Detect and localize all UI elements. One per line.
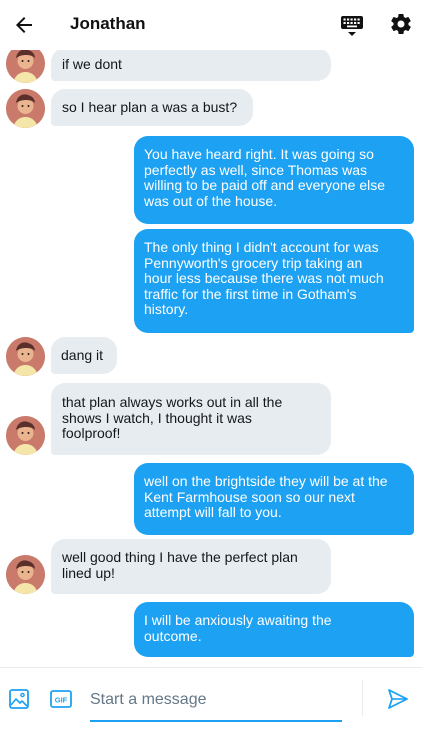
user-avatar-icon (6, 337, 45, 376)
message-bubble-incoming[interactable]: if we dont (51, 50, 331, 81)
message-input[interactable] (90, 682, 342, 718)
add-gif-button[interactable]: GIF (50, 690, 72, 708)
message-text-line: foolproof! (62, 425, 121, 441)
gif-label: GIF (55, 696, 68, 705)
avatar[interactable] (6, 416, 45, 455)
message-bubble-outgoing[interactable]: The only thing I didn't account for was … (134, 229, 414, 333)
message-text-line: that plan always works out in all the (62, 394, 283, 410)
gear-icon (391, 14, 411, 35)
avatar[interactable] (6, 555, 45, 594)
keyboard-icon (341, 16, 363, 36)
message-bubble-incoming[interactable]: well good thing I have the perfect plan … (51, 539, 331, 594)
message-text-line: so I hear plan a was a bust? (62, 99, 238, 115)
arrow-left-icon (16, 17, 32, 33)
message-text-line: was out of the house. (144, 192, 278, 209)
avatar[interactable] (6, 337, 45, 376)
message-text-line: lined up! (62, 564, 115, 581)
conversation-header: Jonathan (0, 0, 422, 50)
message-text-line: shows I watch, I thought it was (62, 409, 252, 426)
message-thread[interactable]: if we dont so I hear plan a was a bust? … (0, 50, 422, 667)
back-button[interactable] (12, 13, 36, 37)
message-input-wrapper (90, 682, 342, 722)
message-text-line: perfectly as well, since Thomas was (144, 161, 368, 178)
message-text-line: outcome. (144, 627, 202, 644)
image-icon (9, 689, 29, 709)
message-text-line: well on the brightside they will be at t… (144, 473, 388, 489)
keyboard-button[interactable] (340, 13, 364, 37)
avatar[interactable] (6, 50, 45, 83)
message-bubble-outgoing[interactable]: I will be anxiously awaiting the outcome… (134, 602, 414, 657)
avatar[interactable] (6, 89, 45, 128)
message-text-line: well good thing I have the perfect plan (62, 549, 298, 565)
conversation-title[interactable]: Jonathan (70, 14, 146, 34)
message-text-line: hour less because there was not much (144, 270, 384, 286)
user-avatar-icon (6, 555, 45, 594)
message-composer: GIF (0, 667, 422, 729)
message-text-line: Kent Farmhouse soon so our next (144, 488, 355, 505)
message-text-line: traffic for the first time in Gotham's (144, 285, 357, 302)
user-avatar-icon (6, 89, 45, 128)
message-text-line: willing to be paid off and everyone else (144, 177, 386, 193)
add-image-button[interactable] (8, 688, 30, 710)
message-text-line: attempt will fall to you. (144, 504, 282, 520)
message-bubble-outgoing[interactable]: You have heard right. It was going so pe… (134, 136, 414, 224)
composer-divider (362, 680, 363, 716)
message-text-line: history. (144, 301, 189, 317)
message-bubble-outgoing[interactable]: well on the brightside they will be at t… (134, 463, 414, 535)
send-icon (388, 689, 408, 709)
user-avatar-icon (6, 416, 45, 455)
message-text-line: I will be anxiously awaiting the (144, 612, 332, 628)
message-text-line: dang it (61, 347, 104, 363)
settings-button[interactable] (389, 12, 413, 36)
message-bubble-incoming[interactable]: dang it (51, 337, 117, 374)
message-bubble-incoming[interactable]: that plan always works out in all the sh… (51, 383, 331, 455)
message-text-line: Pennyworth's grocery trip taking an (144, 254, 363, 271)
message-text-line: The only thing I didn't account for was (144, 239, 379, 255)
gif-icon: GIF (50, 690, 72, 708)
message-text-line: if we dont (62, 56, 122, 72)
message-text-line: You have heard right. It was going so (144, 146, 374, 162)
user-avatar-icon (6, 50, 45, 83)
send-button[interactable] (386, 687, 410, 711)
message-bubble-incoming[interactable]: so I hear plan a was a bust? (51, 89, 253, 126)
